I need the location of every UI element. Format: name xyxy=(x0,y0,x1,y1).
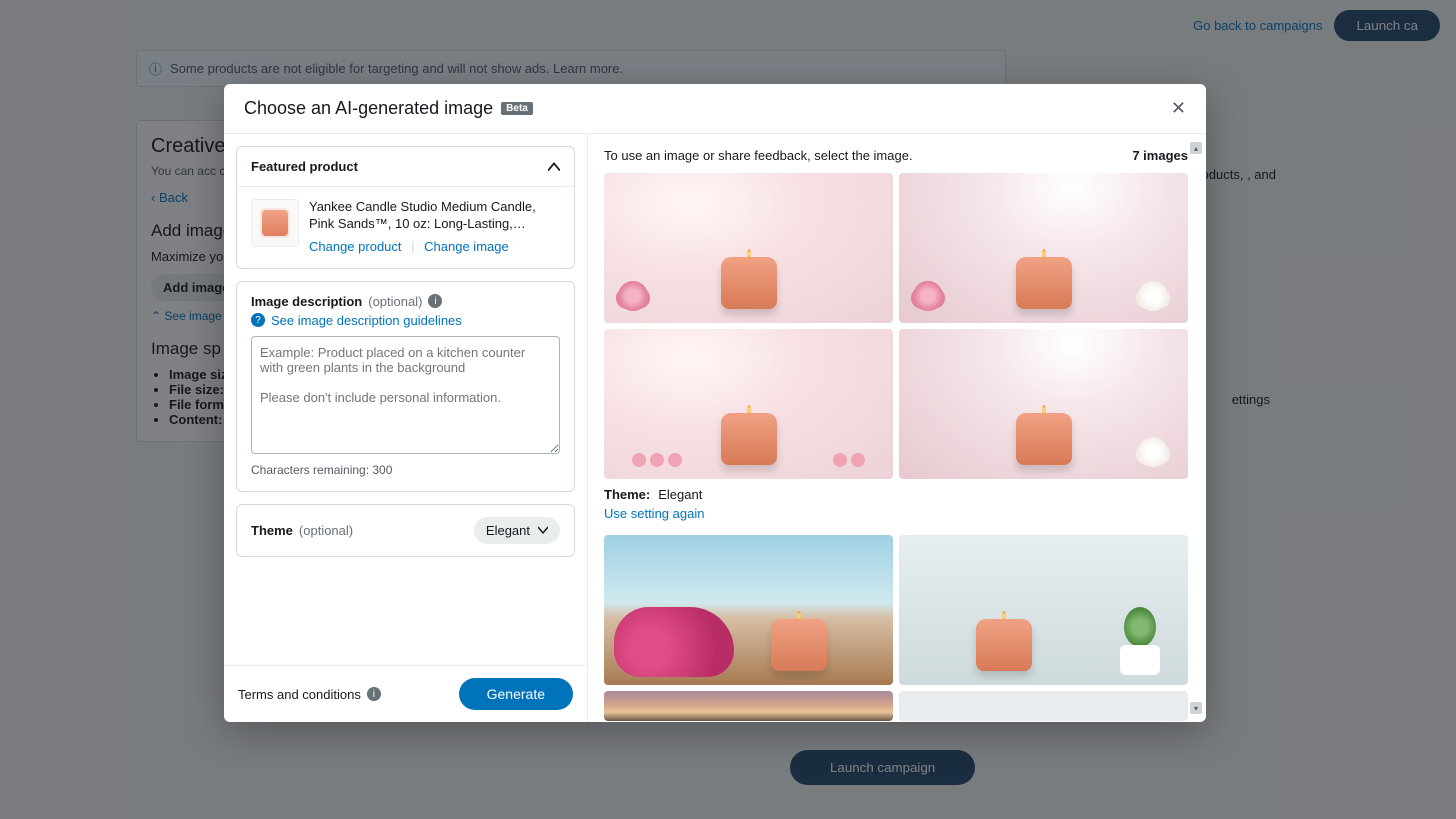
featured-product-card: Featured product Yankee Candle Studio Me… xyxy=(236,146,575,269)
candle-icon xyxy=(1016,413,1072,465)
featured-product-header[interactable]: Featured product xyxy=(237,147,574,186)
roses-icon xyxy=(833,453,865,467)
optional-label: (optional) xyxy=(368,294,422,309)
candle-icon xyxy=(721,413,777,465)
info-icon[interactable]: i xyxy=(428,294,442,308)
rose-icon xyxy=(1138,437,1168,467)
generated-image-3[interactable] xyxy=(604,329,893,479)
generated-image-5[interactable] xyxy=(604,535,893,685)
chevron-up-icon xyxy=(548,161,560,173)
flowers-icon xyxy=(614,607,734,677)
use-setting-again-link[interactable]: Use setting again xyxy=(604,506,704,521)
theme-optional-label: (optional) xyxy=(299,523,353,538)
help-icon[interactable]: ? xyxy=(251,313,265,327)
ai-image-modal: Choose an AI-generated image Beta ✕ Feat… xyxy=(224,84,1206,722)
rose-icon xyxy=(1138,281,1168,311)
image-description-card: Image description (optional) i ? See ima… xyxy=(236,281,575,492)
theme-display: Theme:Elegant xyxy=(604,487,1188,502)
scroll-up-icon[interactable]: ▴ xyxy=(1190,142,1202,154)
modal-title: Choose an AI-generated image Beta xyxy=(244,98,533,119)
product-name: Yankee Candle Studio Medium Candle, Pink… xyxy=(309,199,560,233)
candle-icon xyxy=(771,619,827,671)
character-count: Characters remaining: 300 xyxy=(251,463,560,477)
rose-icon xyxy=(913,281,943,311)
close-icon[interactable]: ✕ xyxy=(1171,98,1186,119)
terms-link[interactable]: Terms and conditions xyxy=(238,687,361,702)
beta-badge: Beta xyxy=(501,102,533,115)
plant-icon xyxy=(1110,595,1170,675)
scroll-down-icon[interactable]: ▾ xyxy=(1190,702,1202,714)
generated-image-2[interactable] xyxy=(899,173,1188,323)
roses-icon xyxy=(632,453,682,467)
generate-button[interactable]: Generate xyxy=(459,678,573,710)
product-thumbnail xyxy=(251,199,299,247)
image-count: 7 images xyxy=(1132,148,1188,163)
change-image-link[interactable]: Change image xyxy=(424,239,509,254)
info-icon[interactable]: i xyxy=(367,687,381,701)
theme-select[interactable]: Elegant xyxy=(474,517,560,544)
generated-image-4[interactable] xyxy=(899,329,1188,479)
candle-icon xyxy=(1016,257,1072,309)
instruction-text: To use an image or share feedback, selec… xyxy=(604,148,913,163)
theme-card: Theme (optional) Elegant xyxy=(236,504,575,557)
scrollbar[interactable]: ▴ ▾ xyxy=(1190,142,1202,714)
rose-icon xyxy=(618,281,648,311)
candle-icon xyxy=(976,619,1032,671)
generated-image-6[interactable] xyxy=(899,535,1188,685)
change-product-link[interactable]: Change product xyxy=(309,239,402,254)
generated-image-1[interactable] xyxy=(604,173,893,323)
guidelines-link[interactable]: See image description guidelines xyxy=(271,313,462,328)
description-input[interactable] xyxy=(251,336,560,454)
generated-image-7[interactable] xyxy=(604,691,893,721)
image-description-label: Image description xyxy=(251,294,362,309)
candle-icon xyxy=(721,257,777,309)
chevron-down-icon xyxy=(538,525,548,535)
generated-image-placeholder xyxy=(899,691,1188,721)
theme-label: Theme xyxy=(251,523,293,538)
